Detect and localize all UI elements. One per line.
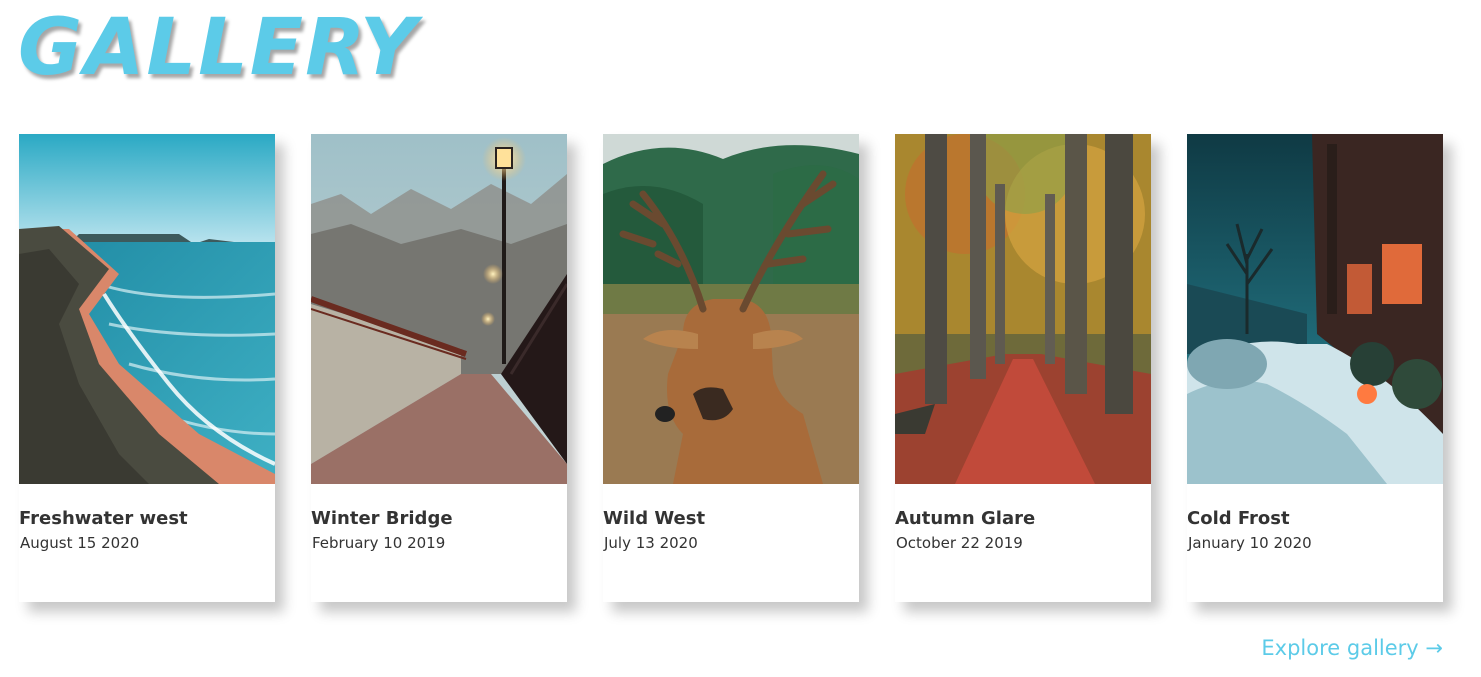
card-date: October 22 2019 [896, 534, 1023, 552]
card-date: August 15 2020 [20, 534, 140, 552]
snowy-street-night-photo[interactable] [1187, 134, 1443, 484]
snowy-bridge-streetlamp-photo[interactable] [311, 134, 567, 484]
card-date: January 10 2020 [1188, 534, 1312, 552]
gallery-card-autumn-glare[interactable]: Autumn Glare October 22 2019 [895, 134, 1151, 602]
gallery-card-wild-west[interactable]: Wild West July 13 2020 [603, 134, 859, 602]
card-title: Freshwater west [19, 508, 188, 529]
card-title: Autumn Glare [895, 508, 1036, 529]
card-title: Winter Bridge [311, 508, 453, 529]
page-title: GALLERY [18, 3, 419, 93]
card-title: Cold Frost [1187, 508, 1290, 529]
gallery-card-cold-frost[interactable]: Cold Frost January 10 2020 [1187, 134, 1443, 602]
card-date: February 10 2019 [312, 534, 446, 552]
card-title: Wild West [603, 508, 706, 529]
explore-gallery-link[interactable]: Explore gallery → [1261, 636, 1443, 660]
gallery-card-winter-bridge[interactable]: Winter Bridge February 10 2019 [311, 134, 567, 602]
coastal-cliff-beach-photo[interactable] [19, 134, 275, 484]
gallery-cards: Freshwater west August 15 2020 Winter Br… [19, 134, 1443, 602]
autumn-forest-path-photo[interactable] [895, 134, 1151, 484]
deer-antlers-photo[interactable] [603, 134, 859, 484]
gallery-card-freshwater-west[interactable]: Freshwater west August 15 2020 [19, 134, 275, 602]
gallery-page: GALLERY Freshwater west August 15 2020 W… [0, 0, 1481, 677]
card-date: July 13 2020 [604, 534, 698, 552]
